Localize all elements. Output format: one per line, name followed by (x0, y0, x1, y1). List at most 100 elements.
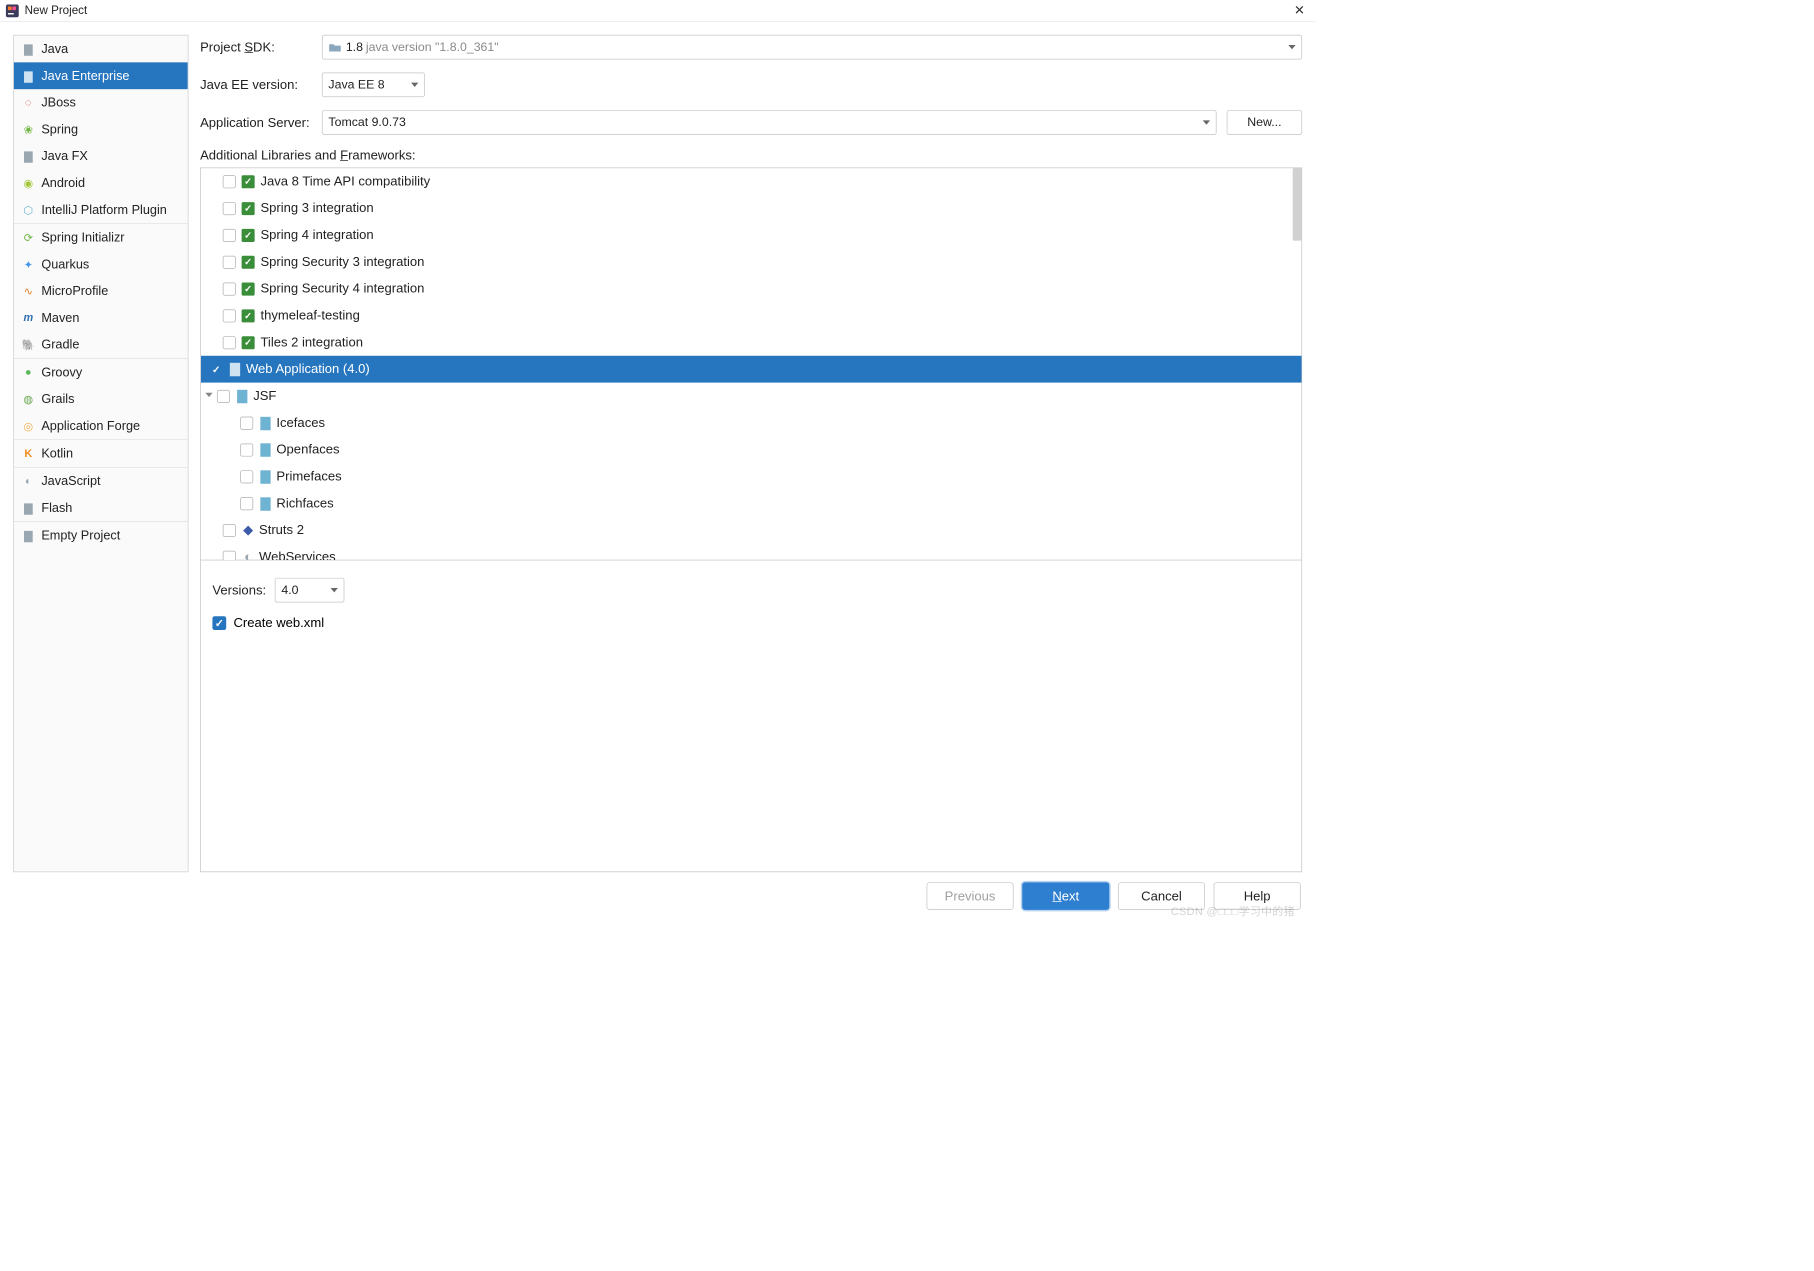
next-button[interactable]: Next (1022, 882, 1109, 910)
create-webxml-row[interactable]: Create web.xml (212, 616, 1289, 631)
ee-dropdown[interactable]: Java EE 8 (322, 73, 425, 98)
pt-groovy[interactable]: ●Groovy (14, 359, 188, 386)
microprofile-icon: ∿ (21, 284, 36, 299)
checkbox[interactable] (223, 202, 236, 215)
checkbox[interactable] (223, 524, 236, 537)
pt-spring[interactable]: ❀Spring (14, 116, 188, 143)
right-panel: Project SDK: 1.8 java version "1.8.0_361… (200, 35, 1302, 872)
gradle-icon: 🐘 (21, 337, 36, 352)
fw-tiles2[interactable]: Tiles 2 integration (201, 329, 1302, 356)
pt-label: Java Enterprise (41, 68, 129, 83)
pt-label: Gradle (41, 337, 79, 352)
checkbox[interactable] (210, 363, 223, 376)
pt-empty-project[interactable]: ▇Empty Project (14, 522, 188, 549)
wizard-footer: Previous Next Cancel Help CSDN @□□□学习中的猪 (0, 872, 1315, 921)
pt-javafx[interactable]: ▇Java FX (14, 143, 188, 170)
create-webxml-label: Create web.xml (233, 616, 324, 631)
sdk-dropdown[interactable]: 1.8 java version "1.8.0_361" (322, 35, 1302, 60)
folder-icon: ▇ (21, 42, 36, 57)
fw-web-application[interactable]: ▇Web Application (4.0) (201, 356, 1302, 383)
fw-openfaces[interactable]: ▇Openfaces (201, 436, 1302, 463)
scrollbar-thumb[interactable] (1293, 168, 1302, 241)
pt-intellij-plugin[interactable]: ⬡IntelliJ Platform Plugin (14, 196, 188, 223)
framework-options: Versions: 4.0 Create web.xml (200, 560, 1302, 872)
pt-gradle[interactable]: 🐘 Gradle (14, 331, 188, 358)
checkbox[interactable] (223, 229, 236, 242)
checkbox[interactable] (240, 417, 253, 430)
fw-primefaces[interactable]: ▇Primefaces (201, 463, 1302, 490)
fw-richfaces[interactable]: ▇Richfaces (201, 490, 1302, 517)
pt-label: Empty Project (41, 528, 120, 543)
frameworks-tree-scroll[interactable]: Java 8 Time API compatibility Spring 3 i… (201, 168, 1302, 560)
pt-javascript[interactable]: ◐JavaScript (14, 468, 188, 495)
pt-label: JBoss (41, 95, 76, 110)
fw-spring4[interactable]: Spring 4 integration (201, 222, 1302, 249)
project-type-list[interactable]: ▇ Java ▇Java Enterprise ◌JBoss ❀Spring ▇J… (13, 35, 188, 872)
spring-icon: ❀ (21, 122, 36, 137)
pt-flash[interactable]: ▇Flash (14, 494, 188, 521)
fw-label: JSF (253, 389, 276, 404)
versions-dropdown[interactable]: 4.0 (275, 578, 345, 603)
checkbox[interactable] (240, 470, 253, 483)
framework-icon: ▇ (259, 417, 272, 430)
pt-maven[interactable]: mMaven (14, 305, 188, 332)
pt-java-enterprise[interactable]: ▇Java Enterprise (14, 62, 188, 89)
checkbox[interactable] (223, 282, 236, 295)
framework-icon: ▇ (259, 443, 272, 456)
disclosure-triangle-icon[interactable] (205, 393, 212, 400)
pt-label: Spring Initializr (41, 230, 124, 245)
row-ee: Java EE version: Java EE 8 (200, 73, 1302, 98)
close-icon[interactable]: ✕ (1290, 3, 1310, 18)
checkbox[interactable] (223, 175, 236, 188)
library-icon (241, 309, 254, 322)
fw-spring-sec4[interactable]: Spring Security 4 integration (201, 276, 1302, 303)
pt-java[interactable]: ▇ Java (14, 36, 188, 63)
create-webxml-checkbox[interactable] (212, 616, 226, 630)
checkbox[interactable] (240, 443, 253, 456)
fw-thymeleaf[interactable]: thymeleaf-testing (201, 302, 1302, 329)
pt-app-forge[interactable]: ◎ Application Forge (14, 413, 188, 440)
fw-icefaces[interactable]: ▇ Icefaces (201, 410, 1302, 437)
checkbox[interactable] (223, 551, 236, 560)
fw-label: Spring 4 integration (260, 228, 373, 243)
fw-label: Spring 3 integration (260, 201, 373, 216)
fw-label: Icefaces (276, 415, 325, 430)
checkbox[interactable] (217, 390, 230, 403)
pt-label: Grails (41, 392, 74, 407)
ee-value: Java EE 8 (328, 78, 384, 93)
fw-spring-sec3[interactable]: Spring Security 3 integration (201, 249, 1302, 276)
cancel-button[interactable]: Cancel (1118, 882, 1205, 910)
fw-spring3[interactable]: Spring 3 integration (201, 195, 1302, 222)
fw-java8-time[interactable]: Java 8 Time API compatibility (201, 168, 1302, 195)
pt-grails[interactable]: ◍Grails (14, 386, 188, 413)
help-button[interactable]: Help (1214, 882, 1301, 910)
quarkus-icon: ✦ (21, 257, 36, 272)
new-server-button[interactable]: New... (1227, 110, 1302, 135)
checkbox[interactable] (240, 497, 253, 510)
pt-microprofile[interactable]: ∿MicroProfile (14, 278, 188, 305)
pt-label: Application Forge (41, 418, 140, 433)
app-server-dropdown[interactable]: Tomcat 9.0.73 (322, 110, 1217, 135)
pt-android[interactable]: ◉Android (14, 170, 188, 197)
forge-icon: ◎ (21, 419, 36, 434)
library-icon (241, 282, 254, 295)
fw-webservices[interactable]: ◐WebServices (201, 544, 1302, 560)
app-icon (6, 4, 19, 17)
checkbox[interactable] (223, 336, 236, 349)
frameworks-label: Additional Libraries and Frameworks: (200, 148, 1302, 163)
pt-quarkus[interactable]: ✦Quarkus (14, 251, 188, 278)
checkbox[interactable] (223, 309, 236, 322)
pt-label: Java (41, 41, 68, 56)
checkbox[interactable] (223, 256, 236, 269)
pt-jboss[interactable]: ◌JBoss (14, 89, 188, 116)
fw-label: thymeleaf-testing (260, 308, 359, 323)
fw-label: WebServices (259, 550, 336, 560)
fw-jsf[interactable]: ▇JSF (201, 383, 1302, 410)
fw-struts2[interactable]: ◆Struts 2 (201, 517, 1302, 544)
fw-label: Primefaces (276, 469, 341, 484)
pt-kotlin[interactable]: KKotlin (14, 440, 188, 467)
pt-spring-initializr[interactable]: ⟳Spring Initializr (14, 224, 188, 251)
sdk-folder-icon (328, 42, 341, 52)
previous-button: Previous (927, 882, 1014, 910)
library-icon (241, 256, 254, 269)
